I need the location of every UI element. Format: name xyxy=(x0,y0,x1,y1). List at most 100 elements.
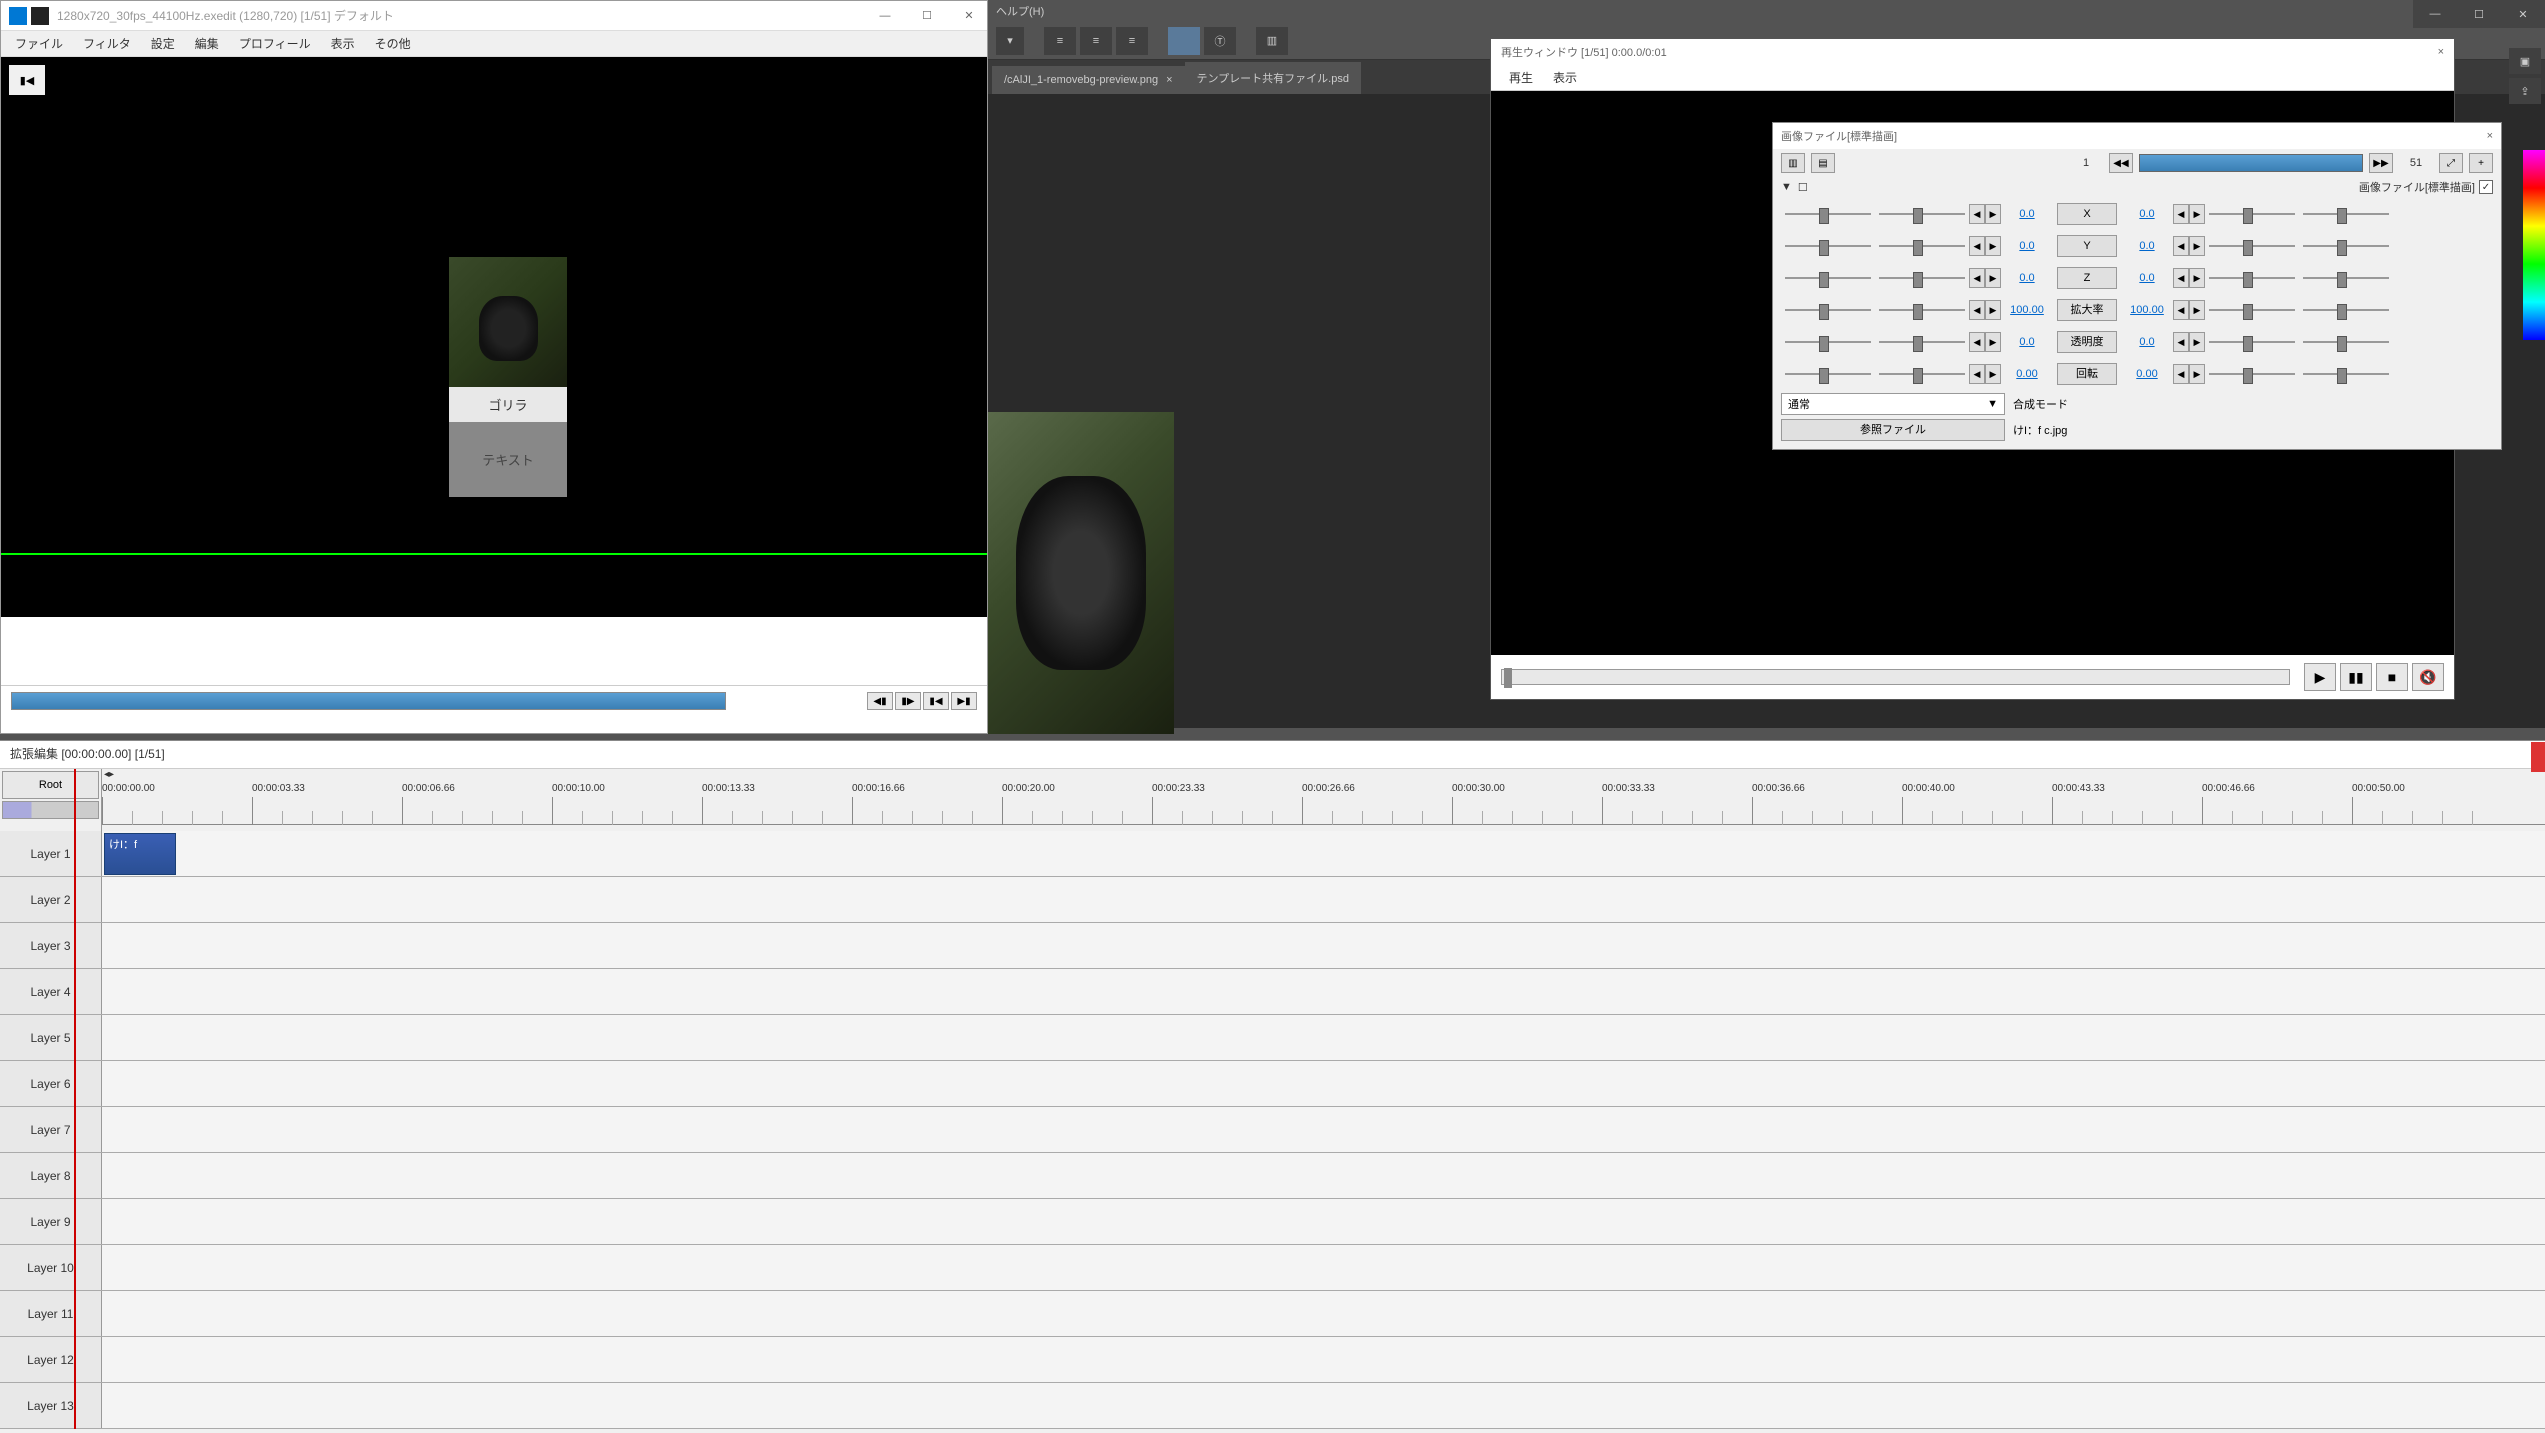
stop-button[interactable]: ■ xyxy=(2376,663,2408,691)
inc-button[interactable]: ▶ xyxy=(1985,204,2001,224)
layer-track[interactable] xyxy=(102,1383,2545,1428)
frame-first-button[interactable]: ◀◀ xyxy=(2109,153,2133,173)
close-button[interactable]: ✕ xyxy=(959,6,979,26)
axis-button[interactable]: 拡大率 xyxy=(2057,299,2117,321)
layer-track[interactable]: けI：f xyxy=(102,831,2545,876)
minimize-button[interactable]: — xyxy=(875,6,895,26)
slider-left[interactable] xyxy=(1785,269,1871,287)
share-icon[interactable]: ⇪ xyxy=(2509,78,2541,104)
inc-button[interactable]: ▶ xyxy=(2189,204,2205,224)
minimize-button[interactable]: — xyxy=(2413,0,2457,28)
menu-edit[interactable]: 編集 xyxy=(185,31,229,56)
menu-other[interactable]: その他 xyxy=(365,31,421,56)
menu-view[interactable]: 表示 xyxy=(321,31,365,56)
value-left[interactable]: 0.0 xyxy=(2001,272,2053,284)
prop-title-bar[interactable]: 画像ファイル[標準描画] × xyxy=(1773,123,2501,149)
slider-right[interactable] xyxy=(2209,365,2295,383)
frame-range-bar[interactable] xyxy=(2139,154,2363,172)
slider-left[interactable] xyxy=(1785,205,1871,223)
value-right[interactable]: 100.00 xyxy=(2121,304,2173,316)
dec-button[interactable]: ◀ xyxy=(1969,364,1985,384)
value-left[interactable]: 0.0 xyxy=(2001,336,2053,348)
layer-label[interactable]: Layer 11 xyxy=(0,1291,102,1336)
blend-mode-select[interactable]: 通常 ▼ xyxy=(1781,393,2005,415)
timeline-title[interactable]: 拡張編集 [00:00:00.00] [1/51] xyxy=(0,741,2545,769)
layer-track[interactable] xyxy=(102,877,2545,922)
layer-label[interactable]: Layer 1 xyxy=(0,831,102,876)
align-center-icon[interactable]: ≡ xyxy=(1080,27,1112,55)
preview-area[interactable]: ▮◀ ゴリラ テキスト xyxy=(1,57,987,617)
slider-right[interactable] xyxy=(2209,269,2295,287)
layer-label[interactable]: Layer 2 xyxy=(0,877,102,922)
seek-progress[interactable] xyxy=(11,692,726,710)
slider-left2[interactable] xyxy=(1879,365,1965,383)
zoom-button[interactable]: ⤢ xyxy=(2439,153,2463,173)
slider-right2[interactable] xyxy=(2303,205,2389,223)
close-icon[interactable]: × xyxy=(1166,74,1172,86)
axis-button[interactable]: 回転 xyxy=(2057,363,2117,385)
axis-button[interactable]: Z xyxy=(2057,267,2117,289)
menu-profile[interactable]: プロフィール xyxy=(229,31,321,56)
value-left[interactable]: 0.0 xyxy=(2001,208,2053,220)
slider-left2[interactable] xyxy=(1879,333,1965,351)
dec-button[interactable]: ◀ xyxy=(1969,332,1985,352)
value-right[interactable]: 0.0 xyxy=(2121,240,2173,252)
help-menu[interactable]: ヘルプ(H) xyxy=(996,3,1044,19)
slider-left[interactable] xyxy=(1785,301,1871,319)
dec-button[interactable]: ◀ xyxy=(2173,332,2189,352)
dec-button[interactable]: ◀ xyxy=(2173,300,2189,320)
axis-button[interactable]: 透明度 xyxy=(2057,331,2117,353)
slider-right[interactable] xyxy=(2209,205,2295,223)
layer-track[interactable] xyxy=(102,969,2545,1014)
axis-button[interactable]: X xyxy=(2057,203,2117,225)
frame-last-button[interactable]: ▶▶ xyxy=(2369,153,2393,173)
layer-label[interactable]: Layer 9 xyxy=(0,1199,102,1244)
slider-left2[interactable] xyxy=(1879,269,1965,287)
dec-button[interactable]: ◀ xyxy=(1969,300,1985,320)
file-browse-button[interactable]: 参照ファイル xyxy=(1781,419,2005,441)
dec-button[interactable]: ◀ xyxy=(1969,236,1985,256)
playback-scrubber[interactable] xyxy=(1501,669,2290,685)
timeline-cursor[interactable] xyxy=(74,769,76,1429)
value-right[interactable]: 0.0 xyxy=(2121,208,2173,220)
slider-left2[interactable] xyxy=(1879,301,1965,319)
layer-label[interactable]: Layer 13 xyxy=(0,1383,102,1428)
timeline-ruler[interactable]: ◂▸ 00:00:00.0000:00:03.3300:00:06.6600:0… xyxy=(102,769,2545,831)
align-right-icon[interactable]: ≡ xyxy=(1116,27,1148,55)
slider-left[interactable] xyxy=(1785,365,1871,383)
align-left-icon[interactable]: ≡ xyxy=(1044,27,1076,55)
inc-button[interactable]: ▶ xyxy=(2189,332,2205,352)
value-left[interactable]: 0.0 xyxy=(2001,240,2053,252)
layer-toggle-button[interactable]: ▥ xyxy=(1781,153,1805,173)
slider-right[interactable] xyxy=(2209,237,2295,255)
ps-tab-2[interactable]: テンプレート共有ファイル.psd xyxy=(1185,62,1361,94)
slider-right[interactable] xyxy=(2209,301,2295,319)
dec-button[interactable]: ◀ xyxy=(2173,236,2189,256)
maximize-button[interactable]: ☐ xyxy=(2457,0,2501,28)
layer-track[interactable] xyxy=(102,1153,2545,1198)
text-preset-select[interactable]: ▾ xyxy=(996,27,1024,55)
layer-track[interactable] xyxy=(102,1107,2545,1152)
inc-button[interactable]: ▶ xyxy=(2189,300,2205,320)
expand-icon[interactable]: ▼ xyxy=(1781,181,1792,193)
slider-left2[interactable] xyxy=(1879,205,1965,223)
slider-right2[interactable] xyxy=(2303,269,2389,287)
loop-icon[interactable]: ☐ xyxy=(1798,181,1808,194)
menu-settings[interactable]: 設定 xyxy=(141,31,185,56)
inc-button[interactable]: ▶ xyxy=(1985,236,2001,256)
timeline-clip[interactable]: けI：f xyxy=(104,833,176,875)
slider-right2[interactable] xyxy=(2303,237,2389,255)
close-icon[interactable]: × xyxy=(2487,130,2493,142)
dec-button[interactable]: ◀ xyxy=(2173,364,2189,384)
menu-filter[interactable]: フィルタ xyxy=(73,31,141,56)
axis-button[interactable]: Y xyxy=(2057,235,2117,257)
inc-button[interactable]: ▶ xyxy=(1985,300,2001,320)
seek-end-button[interactable]: ▶▮ xyxy=(951,692,977,710)
playhead-icon[interactable]: ◂▸ xyxy=(104,769,114,780)
layer-label[interactable]: Layer 12 xyxy=(0,1337,102,1382)
layer-track[interactable] xyxy=(102,923,2545,968)
pb-menu-play[interactable]: 再生 xyxy=(1499,65,1543,90)
value-right[interactable]: 0.00 xyxy=(2121,368,2173,380)
layer-track[interactable] xyxy=(102,1061,2545,1106)
playback-title-bar[interactable]: 再生ウィンドウ [1/51] 0:00.0/0:01 × xyxy=(1491,39,2454,65)
